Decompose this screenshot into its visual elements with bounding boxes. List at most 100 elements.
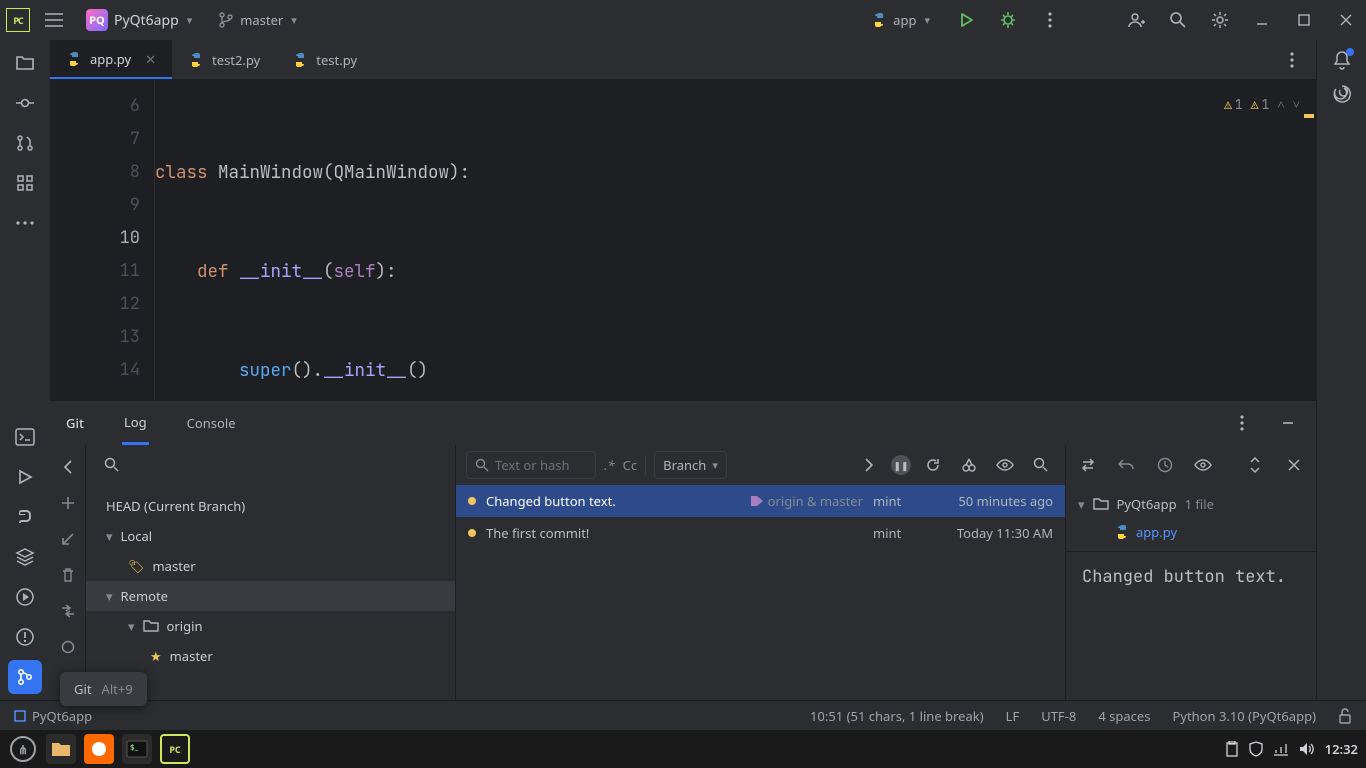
git-log-tab[interactable]: Log <box>122 401 149 445</box>
view-options-button[interactable] <box>991 451 1019 479</box>
commit-row[interactable]: Changed button text. origin & master min… <box>456 485 1065 517</box>
commit-detail-panel: ▾ PyQt6app 1 file app.py Changed button … <box>1066 445 1316 700</box>
compare-icon <box>61 604 75 618</box>
go-to-hash-button[interactable] <box>855 451 883 479</box>
commit-tool-button[interactable] <box>8 86 42 120</box>
head-branch-row[interactable]: HEAD (Current Branch) <box>86 491 455 521</box>
new-branch-button[interactable] <box>54 489 82 517</box>
git-tool-button[interactable] <box>8 660 42 694</box>
volume-tray-icon[interactable] <box>1299 742 1315 756</box>
origin-row[interactable]: ▾origin <box>86 611 455 641</box>
local-branches-row[interactable]: ▾Local <box>86 521 455 551</box>
clipboard-tray-icon[interactable] <box>1225 741 1239 757</box>
next-highlight-icon[interactable]: ˅ <box>1293 88 1300 121</box>
run-tool-button[interactable] <box>8 460 42 494</box>
refresh-button[interactable] <box>919 451 947 479</box>
compare-button[interactable] <box>54 597 82 625</box>
interpreter[interactable]: Python 3.10 (PyQt6app) <box>1172 707 1316 725</box>
play-icon <box>958 12 974 28</box>
code-with-me-button[interactable] <box>1122 6 1150 34</box>
fetch-button[interactable] <box>54 633 82 661</box>
compare-with-local-button[interactable] <box>1076 451 1100 479</box>
inspections-widget[interactable]: ⚠1 ⚠1 ˄ ˅ <box>1224 88 1300 121</box>
code-area[interactable]: class MainWindow(QMainWindow): def __ini… <box>155 80 1316 400</box>
ai-assistant-button[interactable] <box>1328 80 1356 108</box>
regex-toggle[interactable]: .* <box>604 456 615 474</box>
search-icon <box>104 457 120 473</box>
close-detail-button[interactable] <box>1282 451 1306 479</box>
caret-position[interactable]: 10:51 (51 chars, 1 line break) <box>810 707 984 725</box>
commit-search-input[interactable]: Text or hash <box>466 451 596 479</box>
pull-requests-tool-button[interactable] <box>8 126 42 160</box>
commit-row[interactable]: The first commit! mint Today 11:30 AM <box>456 517 1065 549</box>
python-console-tool-button[interactable] <box>8 500 42 534</box>
tab-options-button[interactable] <box>1278 46 1306 74</box>
left-toolbar: Git Alt+9 <box>0 40 50 700</box>
file-manager-button[interactable] <box>46 734 76 764</box>
project-tool-button[interactable] <box>8 46 42 80</box>
history-button[interactable] <box>1153 451 1177 479</box>
editor[interactable]: 6 7 8 9 10 11 12 13 14 class MainWindow(… <box>50 80 1316 400</box>
match-case-toggle[interactable]: Cc <box>623 456 637 474</box>
checkout-button[interactable] <box>54 525 82 553</box>
prev-highlight-icon[interactable]: ˄ <box>1277 88 1284 121</box>
preview-diff-button[interactable] <box>1191 451 1215 479</box>
run-button[interactable] <box>952 6 980 34</box>
tab-test2-py[interactable]: test2.py <box>172 40 276 79</box>
remote-branches-row[interactable]: ▾Remote <box>86 581 455 611</box>
more-actions-button[interactable] <box>1036 6 1064 34</box>
cherry-pick-button[interactable] <box>955 451 983 479</box>
problems-tool-button[interactable] <box>8 620 42 654</box>
network-tray-icon[interactable] <box>1273 742 1289 756</box>
tab-test-py[interactable]: test.py <box>276 40 373 79</box>
pycharm-taskbar-button[interactable]: PC <box>160 734 190 764</box>
lock-icon[interactable] <box>1338 708 1352 724</box>
close-button[interactable] <box>1332 6 1360 34</box>
terminal-tool-button[interactable] <box>8 420 42 454</box>
debug-tool-button[interactable] <box>8 580 42 614</box>
local-master-row[interactable]: 🏷master <box>86 551 455 581</box>
debug-button[interactable] <box>994 6 1022 34</box>
search-everywhere-button[interactable] <box>1164 6 1192 34</box>
find-button[interactable] <box>1027 451 1055 479</box>
bookmark-icon: 🏷 <box>128 557 145 575</box>
maximize-button[interactable] <box>1290 6 1318 34</box>
line-separator[interactable]: LF <box>1006 707 1020 725</box>
delete-branch-button[interactable] <box>54 561 82 589</box>
close-icon[interactable]: ✕ <box>145 50 156 68</box>
changed-file[interactable]: app.py <box>1078 523 1304 541</box>
notifications-button[interactable] <box>1328 46 1356 74</box>
terminal-button[interactable]: $_ <box>122 734 152 764</box>
file-encoding[interactable]: UTF-8 <box>1041 707 1076 725</box>
tab-app-py[interactable]: app.py ✕ <box>50 40 172 79</box>
git-console-tab[interactable]: Console <box>185 401 238 445</box>
error-stripe-mark[interactable] <box>1304 114 1314 118</box>
remote-master-row[interactable]: ★master <box>86 641 455 671</box>
minimize-button[interactable] <box>1248 6 1276 34</box>
more-tools-button[interactable] <box>8 206 42 240</box>
branch-filter[interactable]: Branch▾ <box>654 451 727 479</box>
shield-tray-icon[interactable] <box>1249 741 1263 757</box>
changed-files-root[interactable]: ▾ PyQt6app 1 file <box>1078 495 1304 513</box>
expand-all-button[interactable] <box>1243 451 1267 479</box>
back-button[interactable] <box>54 453 82 481</box>
hide-tool-button[interactable] <box>1274 409 1302 437</box>
revert-button[interactable] <box>1114 451 1138 479</box>
chevron-down-icon: ▾ <box>1078 495 1085 513</box>
clock[interactable]: 12:32 <box>1325 740 1358 758</box>
git-options-button[interactable] <box>1228 409 1256 437</box>
main-menu-icon[interactable] <box>40 6 68 34</box>
start-menu-button[interactable]: ⋔ <box>8 734 38 764</box>
changed-file-link[interactable]: app.py <box>1136 523 1177 541</box>
branch-selector[interactable]: master ▾ <box>210 6 305 34</box>
services-tool-button[interactable] <box>8 540 42 574</box>
pause-indexing-button[interactable]: ❚❚ <box>891 455 911 475</box>
settings-button[interactable] <box>1206 6 1234 34</box>
project-selector[interactable]: PQ PyQt6app ▾ <box>78 6 200 34</box>
status-project[interactable]: PyQt6app <box>14 707 92 725</box>
structure-tool-button[interactable] <box>8 166 42 200</box>
run-config-selector[interactable]: app ▾ <box>863 6 938 34</box>
firefox-button[interactable] <box>84 734 114 764</box>
branches-search-button[interactable] <box>98 451 126 479</box>
indent-settings[interactable]: 4 spaces <box>1098 707 1150 725</box>
